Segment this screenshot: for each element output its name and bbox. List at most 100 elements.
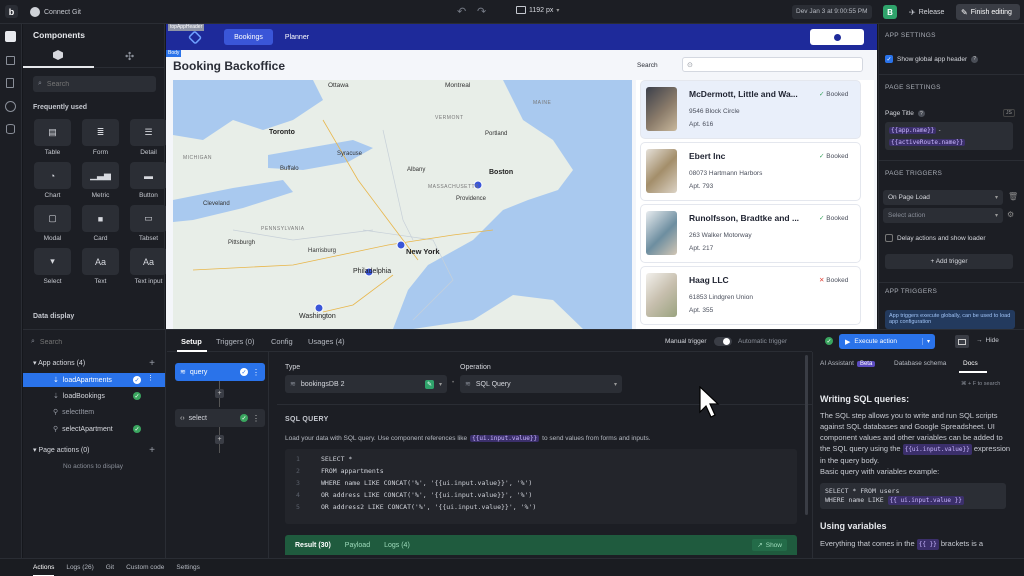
nav-planner[interactable]: Planner	[279, 29, 315, 45]
component-select[interactable]: ▾ Select	[32, 248, 73, 285]
info-icon[interactable]: ?	[971, 55, 979, 63]
settings-sliders-icon[interactable]: ⚙	[1007, 210, 1014, 219]
tab-custom-code[interactable]: Custom code	[126, 564, 164, 571]
version-timestamp[interactable]: Dev Jan 3 at 9:00:55 PM	[792, 5, 872, 19]
step-select[interactable]: ‹› select ✓ ⋮	[175, 409, 265, 427]
page-actions-group[interactable]: ▾ Page actions (0) +	[23, 443, 165, 457]
select-action-select[interactable]: Select action ▾	[883, 208, 1003, 223]
no-actions-text: No actions to display	[63, 463, 123, 470]
component-tabset[interactable]: ▭ Tabset	[128, 205, 169, 242]
actions-search[interactable]: ⌕	[31, 335, 157, 349]
tab-triggers[interactable]: Triggers (0)	[216, 337, 254, 346]
booking-card[interactable]: Runolfsson, Bradtke and ... 263 Walker M…	[641, 205, 860, 262]
tab-custom-components[interactable]: ✣	[94, 46, 165, 68]
component-text[interactable]: Aa Text	[80, 248, 121, 285]
connect-git-button[interactable]: Connect Git	[30, 6, 81, 18]
action-item[interactable]: ⇣ loadApartments ✓ ⋮	[23, 373, 165, 387]
add-trigger-button[interactable]: + Add trigger	[885, 254, 1013, 269]
connect-git-label: Connect Git	[44, 8, 81, 16]
tab-logs[interactable]: Logs (26)	[66, 564, 93, 571]
components-search[interactable]: ⌕	[33, 76, 156, 92]
chevron-down-icon[interactable]: ▾	[921, 338, 930, 345]
component-chart[interactable]: ◔ Chart	[32, 162, 73, 199]
tab-result[interactable]: Result (30)	[295, 542, 331, 549]
user-menu-button[interactable]	[810, 29, 864, 45]
tab-payload[interactable]: Payload	[345, 542, 370, 549]
tab-config[interactable]: Config	[271, 337, 293, 346]
show-results-button[interactable]: ↗ Show	[752, 539, 787, 551]
component-card[interactable]: ■ Card	[80, 205, 121, 242]
tab-database-schema[interactable]: Database schema	[894, 360, 946, 367]
map[interactable]: Ottawa Montreal Toronto Portland Buffalo…	[173, 80, 632, 329]
trigger-toggle[interactable]	[714, 337, 732, 346]
step-query[interactable]: ≋ query ✓ ⋮	[175, 363, 265, 381]
logo-icon[interactable]: b	[5, 5, 18, 18]
lake-erie	[173, 180, 293, 222]
brand-icon[interactable]: B	[883, 5, 897, 19]
release-button[interactable]: ✈ Release	[905, 5, 948, 19]
add-step-icon[interactable]: +	[215, 389, 224, 398]
tab-actions[interactable]: Actions	[33, 560, 55, 576]
theme-icon[interactable]	[5, 101, 16, 112]
nav-bookings[interactable]: Bookings	[224, 29, 273, 45]
redo-icon[interactable]: ↷	[477, 5, 486, 18]
js-badge[interactable]: JS	[1003, 109, 1015, 117]
component-table[interactable]: ▤ Table	[32, 119, 73, 156]
tab-git[interactable]: Git	[106, 564, 114, 571]
show-header-checkbox[interactable]: ✓	[885, 55, 893, 63]
action-item[interactable]: ⇣ loadBookings ✓	[23, 389, 165, 403]
on-page-load-select[interactable]: On Page Load ▾	[883, 190, 1003, 205]
component-modal[interactable]: ▢ Modal	[32, 205, 73, 242]
action-item[interactable]: ⚲ selectItem	[23, 405, 165, 419]
booking-card[interactable]: Ebert Inc 08073 Hartmann Harbors Apt. 79…	[641, 143, 860, 200]
app-search-input[interactable]: ⊙	[682, 57, 863, 72]
actions-search-input[interactable]	[39, 338, 140, 346]
more-icon[interactable]: ⋮	[252, 368, 260, 377]
tab-usages[interactable]: Usages (4)	[308, 337, 345, 346]
map-label: Philadelphia	[353, 268, 392, 275]
tab-setup[interactable]: Setup	[181, 337, 202, 346]
component-form[interactable]: ≣ Form	[80, 119, 121, 156]
tab-settings[interactable]: Settings	[176, 564, 200, 571]
operation-select[interactable]: ≋ SQL Query ▾	[460, 375, 622, 393]
action-item[interactable]: ⚲ selectApartment ✓	[23, 422, 165, 436]
finish-editing-button[interactable]: ✎ Finish editing	[956, 4, 1020, 20]
component-metric[interactable]: ▁▃▅ Metric	[80, 162, 121, 199]
editor-scrollbar[interactable]	[805, 355, 808, 515]
booking-card[interactable]: McDermott, Little and Wa... 9546 Block C…	[641, 81, 860, 138]
add-action-icon[interactable]: +	[149, 358, 155, 369]
map-label: New York	[406, 247, 440, 256]
app-actions-group[interactable]: ▾ App actions (4) +	[23, 356, 165, 370]
database-icon[interactable]	[6, 124, 15, 134]
map-marker[interactable]	[396, 240, 406, 250]
more-icon[interactable]: ⋮	[252, 414, 260, 423]
hide-button[interactable]: → Hide	[976, 337, 999, 344]
tab-docs[interactable]: Docs	[963, 360, 978, 367]
check-icon: ✓	[240, 368, 248, 376]
pages-icon[interactable]	[6, 78, 14, 88]
booking-card[interactable]: Haag LLC 61853 Lindgren Union Apt. 355 ✕…	[641, 267, 860, 324]
panel-toggle-icon[interactable]	[955, 335, 969, 348]
undo-icon[interactable]: ↶	[457, 5, 466, 18]
tab-ai-assistant[interactable]: AI Assistant Beta	[820, 360, 876, 367]
component-button[interactable]: ▬ Button	[128, 162, 169, 199]
tab-logs[interactable]: Logs (4)	[384, 542, 410, 549]
tab-basic-components[interactable]	[23, 46, 94, 68]
more-icon[interactable]: ⋮	[147, 374, 154, 382]
info-icon[interactable]: ?	[917, 110, 925, 117]
page-title-input[interactable]: {{app.name}} - {{activeRoute.name}}	[885, 122, 1013, 150]
delay-checkbox[interactable]	[885, 234, 893, 242]
components-icon[interactable]	[5, 31, 16, 42]
edit-icon[interactable]: ✎	[424, 379, 434, 389]
map-marker[interactable]	[314, 303, 324, 313]
add-action-icon[interactable]: +	[149, 445, 155, 456]
type-select[interactable]: ≋ bookingsDB 2 ✎ ▾	[285, 375, 447, 393]
component-text-input[interactable]: Aa Text input	[128, 248, 169, 285]
trash-icon[interactable]: 🗑	[1008, 192, 1018, 201]
layers-icon[interactable]	[6, 56, 15, 65]
component-detail[interactable]: ☰ Detail	[128, 119, 169, 156]
execute-action-button[interactable]: ▶ Execute action ▾	[839, 334, 935, 349]
viewport-width-selector[interactable]: 1192 px ▾	[516, 6, 559, 14]
components-search-input[interactable]	[46, 80, 137, 88]
add-step-icon[interactable]: +	[215, 435, 224, 444]
